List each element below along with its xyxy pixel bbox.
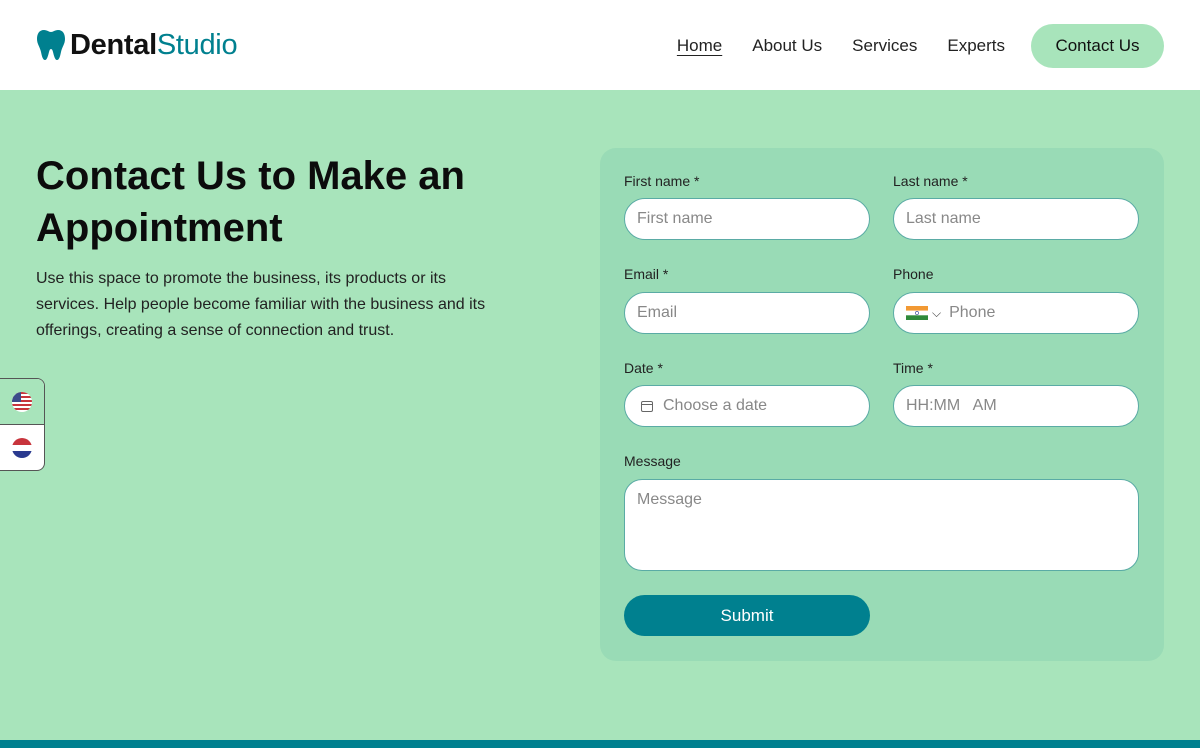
main-nav: Home About Us Services Experts Contact U… (647, 24, 1164, 68)
email-input[interactable]: Email (624, 292, 870, 334)
us-flag-icon (12, 391, 32, 412)
last-name-input[interactable]: Last name (893, 198, 1139, 240)
brand-name-bold: Dental (70, 28, 157, 61)
first-name-label: First name * (624, 173, 700, 189)
email-label: Email * (624, 266, 669, 282)
time-input[interactable]: HH:MM AM (893, 385, 1139, 427)
time-placeholder: HH:MM AM (906, 397, 997, 414)
email-placeholder: Email (637, 304, 678, 321)
nav-experts[interactable]: Experts (947, 36, 1005, 56)
hero-description: Use this space to promote the business, … (36, 270, 486, 339)
last-name-placeholder: Last name (906, 210, 981, 227)
brand-logo[interactable]: Dental Studio (36, 28, 238, 62)
language-option-english[interactable] (0, 379, 44, 425)
contact-us-button[interactable]: Contact Us (1031, 24, 1164, 68)
first-name-placeholder: First name (637, 210, 713, 227)
language-switcher (0, 378, 45, 471)
time-label: Time * (893, 360, 933, 376)
submit-button[interactable]: Submit (624, 595, 870, 636)
chevron-down-icon[interactable]: ⌵ (932, 306, 941, 321)
message-textarea[interactable]: Message (624, 479, 1139, 571)
brand-name-light: Studio (156, 28, 238, 61)
calendar-icon (641, 400, 653, 412)
appointment-form: First name * First name Last name * Last… (600, 148, 1164, 661)
message-placeholder: Message (637, 491, 702, 508)
last-name-label: Last name * (893, 173, 968, 189)
phone-placeholder: Phone (949, 304, 996, 321)
india-flag-icon[interactable] (906, 306, 928, 320)
phone-label: Phone (893, 266, 934, 282)
footer-bar (0, 740, 1200, 748)
first-name-input[interactable]: First name (624, 198, 870, 240)
fr-flag-icon (12, 438, 32, 458)
page-title: Contact Us to Make an Appointment (36, 154, 465, 250)
tooth-icon (37, 30, 65, 60)
nav-about-us[interactable]: About Us (752, 36, 822, 56)
date-label: Date * (624, 360, 663, 376)
nav-services[interactable]: Services (852, 36, 917, 56)
site-header: Dental Studio Home About Us Services Expe… (0, 0, 1200, 90)
language-option-french[interactable] (0, 425, 44, 470)
phone-input[interactable]: ⌵ Phone (893, 292, 1139, 334)
date-placeholder: Choose a date (663, 397, 768, 414)
date-picker[interactable]: Choose a date (624, 385, 870, 427)
message-label: Message (624, 453, 681, 469)
nav-home[interactable]: Home (677, 36, 722, 56)
